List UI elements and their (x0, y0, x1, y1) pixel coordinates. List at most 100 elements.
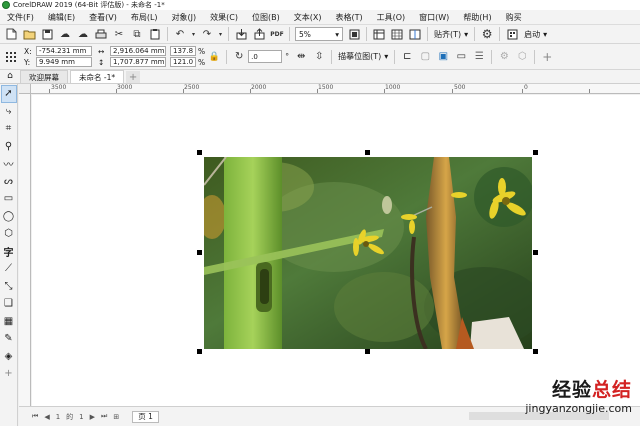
pick-tool-icon[interactable]: ➚ (0, 85, 17, 103)
application-launcher-icon[interactable] (504, 26, 520, 42)
artistic-media-tool-icon[interactable]: ᔕ (1, 173, 17, 191)
first-page-icon[interactable]: ⏮ (32, 412, 38, 421)
selection-handle-middle-left[interactable] (197, 250, 202, 255)
y-position-input[interactable]: 9.949 mm (36, 57, 92, 67)
add-tool-plus-icon[interactable]: + (1, 365, 17, 383)
show-rulers-icon[interactable] (371, 26, 387, 42)
transparency-tool-icon[interactable]: ▦ (1, 313, 17, 331)
shape-tool-icon[interactable]: ⤷ (1, 103, 17, 121)
eyedropper-tool-icon[interactable]: ✎ (1, 330, 17, 348)
redo-dropdown-icon[interactable]: ▾ (217, 26, 224, 42)
cloud-upload-icon[interactable]: ☁ (57, 26, 73, 42)
zoom-level-dropdown[interactable]: 5% ▾ (295, 27, 343, 41)
menu-buy[interactable]: 购买 (499, 12, 529, 23)
bitmap-image[interactable] (204, 157, 532, 349)
trace-bitmap-dropdown[interactable]: 描摹位图(T) ▾ (335, 51, 391, 62)
selection-handle-bottom-left[interactable] (197, 349, 202, 354)
last-page-icon[interactable]: ⏭ (101, 412, 107, 421)
selection-handle-top-left[interactable] (197, 150, 202, 155)
lock-ratio-icon[interactable]: 🔒 (206, 49, 222, 65)
menu-edit[interactable]: 编辑(E) (41, 12, 82, 23)
mirror-vertical-icon[interactable]: ⇳ (311, 49, 327, 65)
menu-layout[interactable]: 布局(L) (124, 12, 165, 23)
polygon-tool-icon[interactable]: ⬡ (1, 225, 17, 243)
options-gear-icon[interactable]: ⚙ (479, 26, 495, 42)
menu-bitmaps[interactable]: 位图(B) (245, 12, 287, 23)
menu-object[interactable]: 对象(J) (165, 12, 204, 23)
resample-icon[interactable]: ▣ (435, 49, 451, 65)
tab-document[interactable]: 未命名 -1* (70, 70, 125, 83)
next-page-icon[interactable]: ▶ (90, 413, 95, 421)
menu-text[interactable]: 文本(X) (287, 12, 329, 23)
menu-tools[interactable]: 工具(O) (370, 12, 413, 23)
position-lock-icon[interactable]: ⬡ (514, 49, 530, 65)
ellipse-tool-icon[interactable]: ◯ (1, 208, 17, 226)
rotation-input[interactable]: .0 (248, 50, 283, 63)
menu-file[interactable]: 文件(F) (0, 12, 41, 23)
tab-welcome-screen[interactable]: 欢迎屏幕 (20, 70, 68, 83)
height-input[interactable]: 1,707.877 mm (110, 57, 166, 67)
new-tab-plus-icon[interactable]: + (126, 71, 141, 83)
drawing-canvas[interactable] (32, 95, 640, 406)
page-tab[interactable]: 页 1 (132, 410, 159, 423)
previous-page-icon[interactable]: ◀ (44, 413, 49, 421)
object-origin-icon[interactable] (3, 49, 19, 65)
launch-dropdown[interactable]: 启动 ▾ (521, 29, 550, 40)
cut-icon[interactable]: ✂ (111, 26, 127, 42)
selection-handle-middle-right[interactable] (533, 250, 538, 255)
edit-bitmap-icon[interactable]: ▢ (417, 49, 433, 65)
paste-icon[interactable] (147, 26, 163, 42)
text-wrap-icon[interactable]: ☰ (471, 49, 487, 65)
rectangle-tool-icon[interactable]: ▭ (1, 190, 17, 208)
crop-bitmap-icon[interactable]: ⊏ (399, 49, 415, 65)
export-icon[interactable] (251, 26, 267, 42)
selection-handle-top-right[interactable] (533, 150, 538, 155)
interactive-fill-tool-icon[interactable]: ◈ (1, 348, 17, 366)
menu-effects[interactable]: 效果(C) (203, 12, 245, 23)
current-page-number: 1 (55, 412, 61, 421)
zoom-tool-icon[interactable]: ⚲ (1, 138, 17, 156)
show-grid-icon[interactable] (389, 26, 405, 42)
width-input[interactable]: 2,916.064 mm (110, 46, 166, 56)
rotation-unit-icon: ° (285, 52, 290, 61)
copy-icon[interactable]: ⧉ (129, 26, 145, 42)
add-page-icon[interactable]: ⊞ (113, 413, 119, 421)
quick-customize-icon[interactable]: ⚙ (496, 49, 512, 65)
show-guidelines-icon[interactable] (407, 26, 423, 42)
text-tool-icon[interactable]: 字 (1, 243, 17, 261)
bitmap-color-mask-icon[interactable]: ▭ (453, 49, 469, 65)
menu-table[interactable]: 表格(T) (328, 12, 369, 23)
crop-tool-icon[interactable]: ⌗ (1, 120, 17, 138)
full-screen-icon[interactable] (346, 26, 362, 42)
print-icon[interactable] (93, 26, 109, 42)
horizontal-ruler[interactable]: 3500 3000 2500 2000 1500 1000 500 0 (31, 84, 640, 94)
publish-pdf-icon[interactable]: PDF (269, 26, 285, 42)
menu-view[interactable]: 查看(V) (82, 12, 124, 23)
scale-y-input[interactable]: 121.0 (170, 57, 196, 67)
selection-handle-top-middle[interactable] (365, 150, 370, 155)
save-icon[interactable] (39, 26, 55, 42)
scale-x-input[interactable]: 137.8 (170, 46, 196, 56)
redo-icon[interactable]: ↷ (199, 26, 215, 42)
import-icon[interactable] (233, 26, 249, 42)
parallel-dimension-tool-icon[interactable]: ⟋ (1, 260, 17, 278)
connector-tool-icon[interactable]: ⤡ (1, 278, 17, 296)
ruler-origin[interactable] (19, 84, 31, 94)
menu-window[interactable]: 窗口(W) (412, 12, 456, 23)
mirror-horizontal-icon[interactable]: ⇹ (293, 49, 309, 65)
selection-handle-bottom-middle[interactable] (365, 349, 370, 354)
menu-help[interactable]: 帮助(H) (456, 12, 498, 23)
undo-icon[interactable]: ↶ (172, 26, 188, 42)
x-position-input[interactable]: -754.231 mm (36, 46, 92, 56)
open-folder-icon[interactable] (21, 26, 37, 42)
drop-shadow-tool-icon[interactable]: ❑ (1, 295, 17, 313)
selection-handle-bottom-right[interactable] (533, 349, 538, 354)
cloud-download-icon[interactable]: ☁ (75, 26, 91, 42)
home-icon[interactable]: ⌂ (0, 69, 20, 83)
undo-dropdown-icon[interactable]: ▾ (190, 26, 197, 42)
snap-to-dropdown[interactable]: 贴齐(T) ▾ (431, 29, 471, 40)
vertical-ruler[interactable] (19, 94, 31, 406)
add-plus-icon[interactable]: + (539, 49, 555, 65)
new-document-icon[interactable] (3, 26, 19, 42)
freehand-tool-icon[interactable]: 〰 (1, 155, 17, 173)
